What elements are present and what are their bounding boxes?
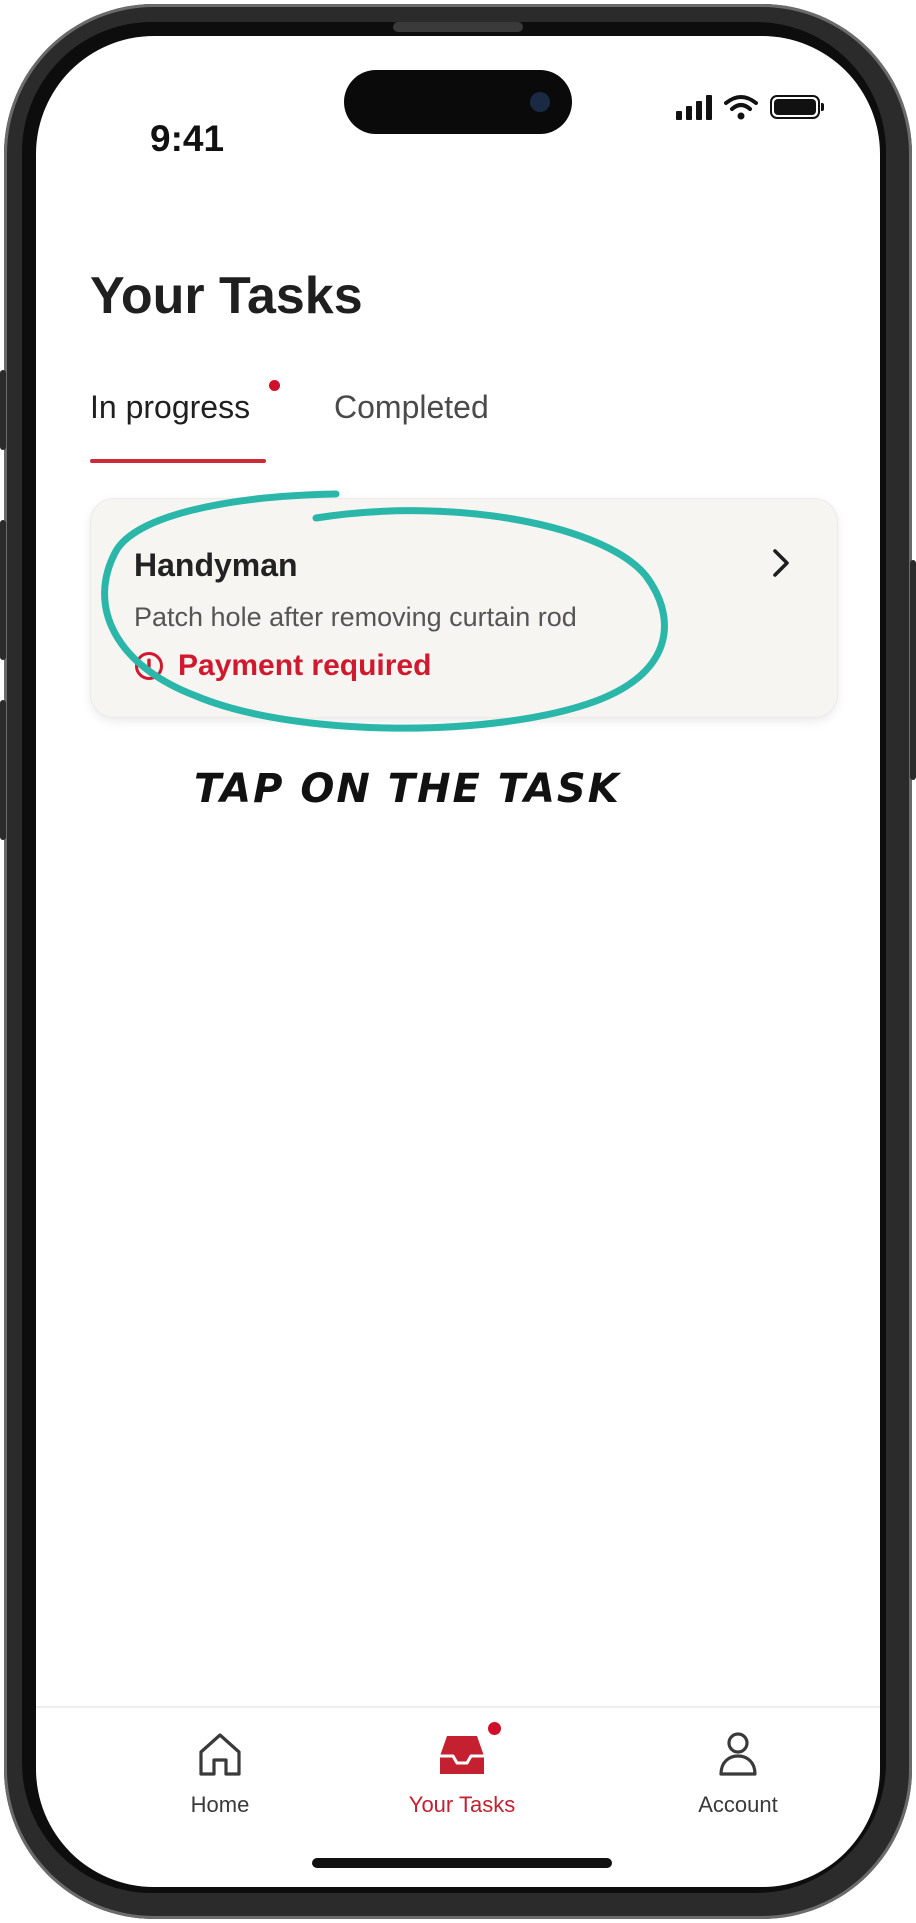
speaker [393,22,523,32]
tab-in-progress[interactable]: In progress [90,389,250,426]
tab-bar-divider [36,1706,880,1708]
task-description: Patch hole after removing curtain rod [134,602,577,632]
signal-icon [676,94,712,120]
notification-dot [269,380,280,391]
status-label: Payment required [178,649,432,682]
dynamic-island [344,70,572,134]
camera-icon [530,92,550,112]
wifi-icon [724,95,758,120]
status-time: 9:41 [150,118,225,159]
tab-completed[interactable]: Completed [334,389,489,426]
side-button [0,370,6,450]
home-indicator [312,1858,612,1868]
nav-account[interactable]: Account [648,1726,828,1818]
nav-home-label: Home [190,1792,250,1817]
annotation-text: TAP ON THE TASK [194,766,621,812]
inbox-icon [440,1736,484,1774]
account-icon [719,1732,757,1776]
screen: 9:41 Your Tasks In progress Completed Ha… [36,36,880,1887]
alert-icon [135,652,163,680]
nav-home[interactable]: Home [130,1726,310,1818]
battery-icon [770,95,824,119]
home-icon [199,1733,241,1776]
active-tab-indicator [90,459,266,463]
side-button [0,520,6,660]
task-card[interactable]: Handyman Patch hole after removing curta… [90,498,838,718]
chevron-right-icon [773,549,789,577]
side-button [910,560,916,780]
side-button [0,700,6,840]
task-title: Handyman [134,547,298,583]
nav-your-tasks-label: Your Tasks [408,1792,516,1817]
page-title: Your Tasks [90,267,363,325]
status-icons [676,94,824,120]
task-status: Payment required [134,649,431,683]
nav-your-tasks[interactable]: Your Tasks [372,1726,552,1818]
notification-dot [488,1722,501,1735]
nav-account-label: Account [698,1792,778,1817]
